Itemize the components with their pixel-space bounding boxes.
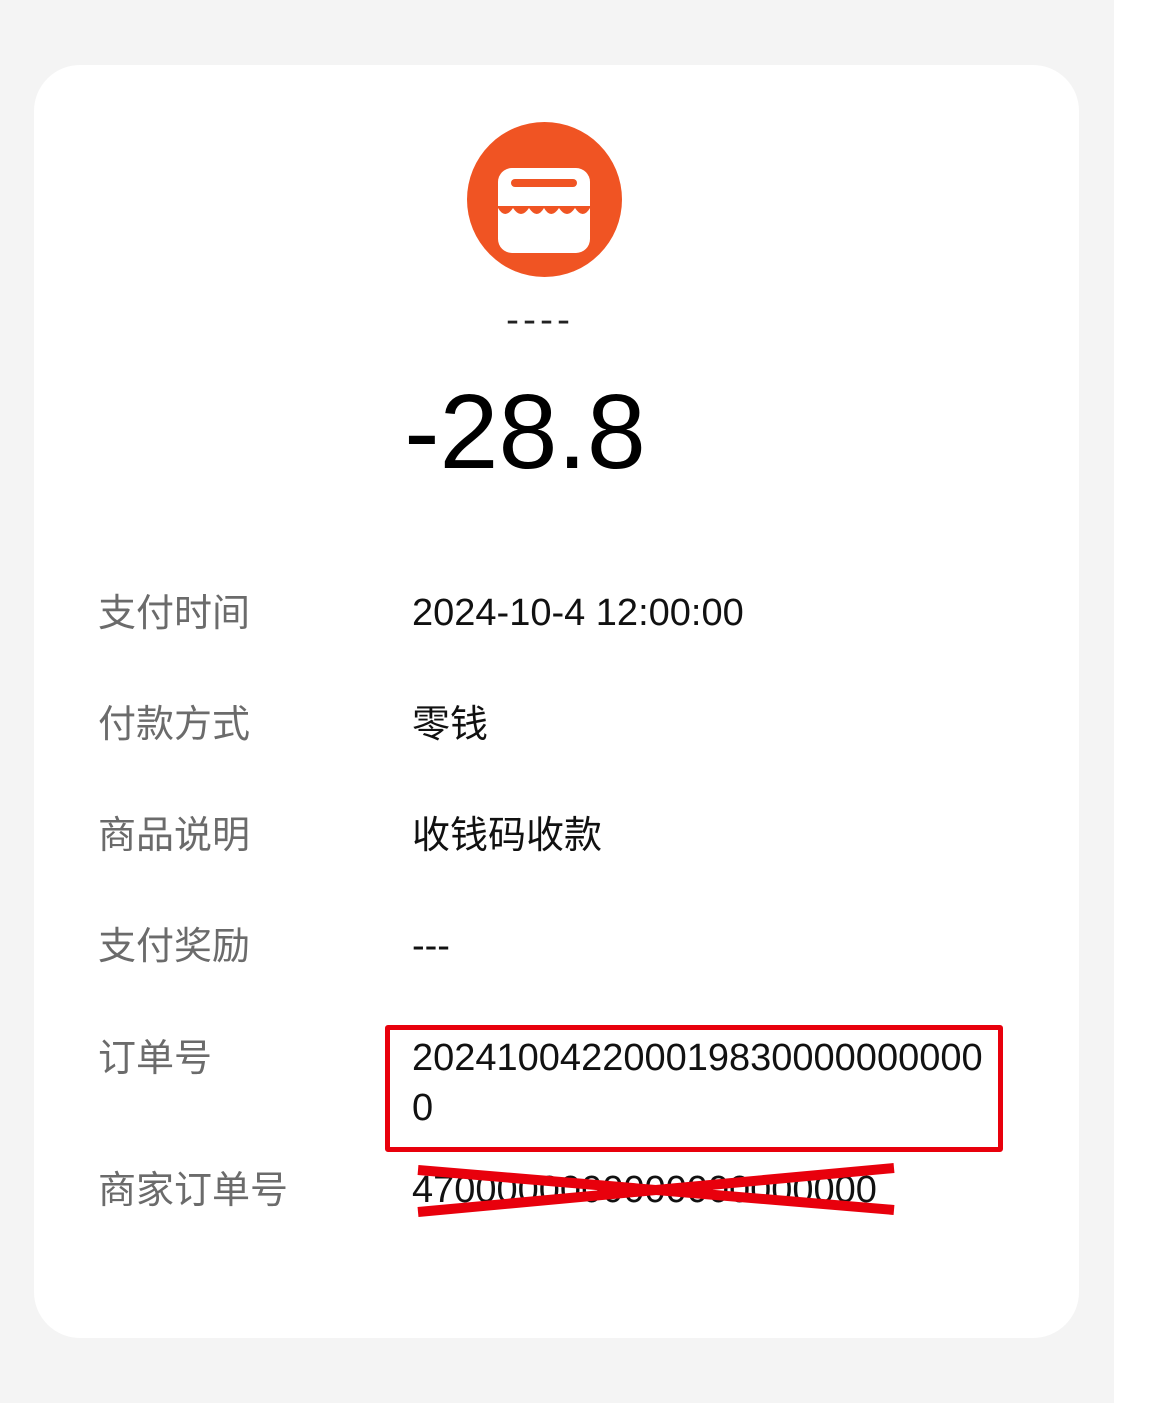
payment-reward-value: ---: [412, 925, 450, 967]
order-number-highlight-box: [385, 1025, 1003, 1152]
payment-method-value: 零钱: [412, 702, 489, 746]
storefront-icon: [498, 168, 590, 253]
product-description-label: 商品说明: [98, 813, 251, 857]
payment-reward-label: 支付奖励: [98, 924, 251, 968]
merchant-order-number-label: 商家订单号: [98, 1168, 289, 1212]
merchant-name: ----: [506, 300, 574, 341]
redaction-cross-mark: [417, 1163, 895, 1217]
payment-time-value: 2024-10-4 12:00:00: [412, 592, 744, 634]
merchant-avatar: [467, 122, 622, 277]
order-number-label: 订单号: [98, 1036, 213, 1080]
payment-method-label: 付款方式: [98, 702, 251, 746]
transaction-amount: -28.8: [404, 373, 646, 491]
payment-time-label: 支付时间: [98, 591, 251, 635]
product-description-value: 收钱码收款: [412, 813, 603, 857]
